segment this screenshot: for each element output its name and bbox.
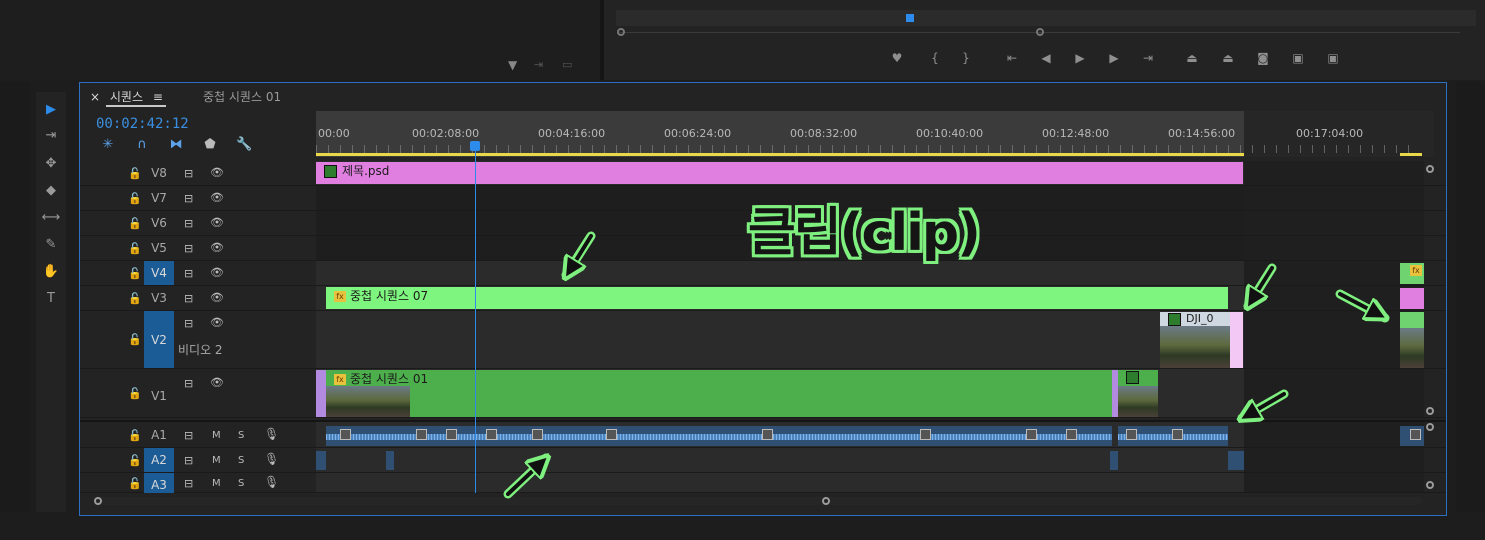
arrow-icon	[1242, 389, 1289, 418]
arrow-icon	[1335, 289, 1385, 323]
arrow-icon	[566, 231, 596, 275]
arrow-icon	[1248, 263, 1277, 306]
annotation-arrows	[503, 231, 1485, 499]
arrow-icon	[503, 458, 546, 499]
bottom-edge	[0, 516, 1485, 540]
